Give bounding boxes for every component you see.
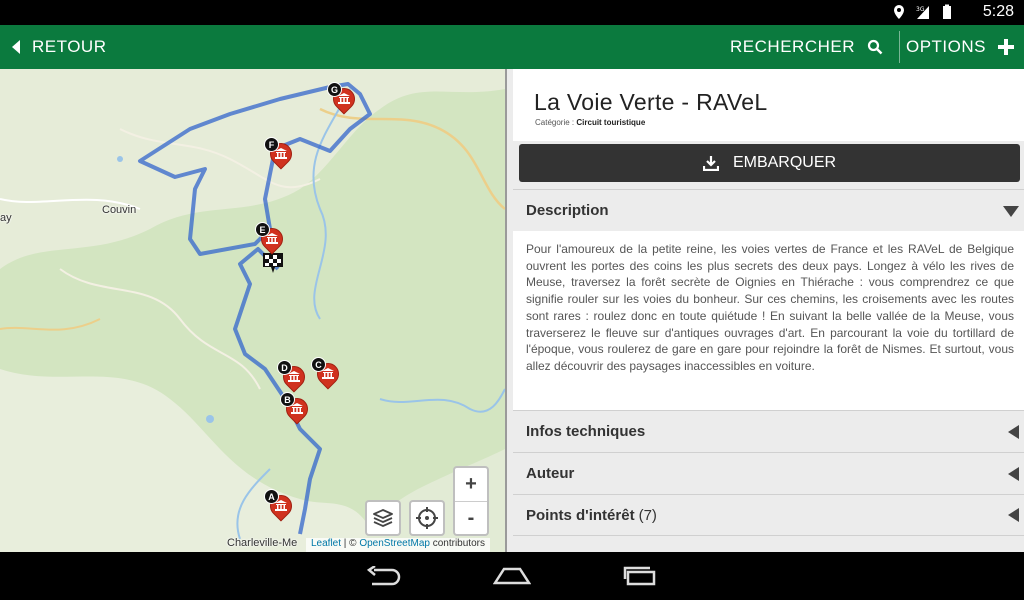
embark-label: EMBARQUER [732, 154, 837, 171]
svg-text:3G: 3G [916, 6, 925, 13]
marker-label: B [280, 392, 295, 407]
app-bar: RETOUR RECHERCHER OPTIONS [0, 25, 1024, 69]
back-button[interactable]: RETOUR [10, 25, 106, 69]
layers-icon [373, 509, 393, 527]
zoom-in-button[interactable]: + [455, 468, 487, 501]
attribution-separator: | © [341, 538, 360, 549]
nav-recents-button[interactable] [620, 562, 660, 590]
section-points-interet[interactable]: Points d'intérêt (7) [513, 494, 1024, 536]
system-nav-bar [0, 552, 1024, 600]
category-label: Catégorie : [535, 118, 575, 127]
nav-home-button[interactable] [492, 562, 532, 590]
zoom-out-button[interactable]: - [455, 501, 487, 534]
map-tiles [0, 69, 505, 552]
triangle-left-icon [1008, 508, 1019, 522]
section-count: (7) [638, 506, 657, 524]
poi-marker-c[interactable]: C [311, 357, 344, 393]
back-arrow-icon [12, 40, 20, 54]
recents-icon [623, 566, 656, 586]
category-value: Circuit touristique [576, 118, 646, 127]
zoom-control: + - [453, 466, 489, 536]
leaflet-link[interactable]: Leaflet [311, 538, 341, 549]
search-button[interactable]: RECHERCHER [730, 25, 883, 69]
marker-label: G [327, 82, 342, 97]
marker-label: E [255, 222, 270, 237]
status-time: 5:28 [982, 3, 1014, 20]
triangle-left-icon [1008, 466, 1019, 481]
detail-header: La Voie Verte - RAVeL Catégorie : Circui… [513, 69, 1024, 141]
status-icons: 3G [892, 4, 954, 20]
description-section-header[interactable]: Description [513, 189, 1024, 231]
battery-icon [943, 4, 951, 19]
signal-3g-icon: 3G [916, 6, 929, 19]
poi-marker-f[interactable]: F [264, 137, 297, 173]
options-button[interactable]: OPTIONS [906, 25, 1016, 69]
poi-marker-g[interactable]: G [327, 82, 360, 118]
section-label: Points d'intérêt [526, 506, 635, 524]
marker-label: C [311, 357, 326, 372]
page-title: La Voie Verte - RAVeL [534, 89, 768, 115]
home-icon [493, 567, 531, 585]
layers-button[interactable] [365, 500, 401, 536]
locate-icon [416, 507, 438, 529]
map-view[interactable]: Couvin ay Charleville-Me G F E C D B A +… [0, 69, 505, 552]
section-infos-techniques[interactable]: Infos techniques [513, 410, 1024, 452]
detail-panel: La Voie Verte - RAVeL Catégorie : Circui… [505, 69, 1024, 552]
location-icon [894, 5, 904, 19]
locate-button[interactable] [409, 500, 445, 536]
category-line: Catégorie : Circuit touristique [535, 118, 645, 127]
map-attribution: Leaflet | © OpenStreetMap contributors [306, 538, 490, 552]
triangle-left-icon [1008, 424, 1019, 439]
status-bar: 3G 5:28 [0, 0, 1024, 25]
section-label: Auteur [526, 465, 575, 482]
search-icon [867, 39, 883, 55]
marker-label: A [264, 489, 279, 504]
poi-marker-d[interactable]: D [277, 360, 310, 396]
marker-label: D [277, 360, 292, 375]
poi-marker-e[interactable]: E [255, 222, 288, 258]
osm-link[interactable]: OpenStreetMap [359, 538, 430, 549]
appbar-divider [899, 31, 900, 63]
attribution-suffix: contributors [429, 538, 485, 549]
search-label: RECHERCHER [730, 37, 855, 56]
poi-marker-b[interactable]: B [280, 392, 313, 428]
place-partial: ay [0, 212, 12, 224]
options-label: OPTIONS [905, 37, 986, 56]
poi-marker-a[interactable]: A [264, 489, 297, 525]
triangle-down-icon [1003, 205, 1019, 217]
section-auteur[interactable]: Auteur [513, 452, 1024, 494]
section-label: Description [526, 202, 609, 219]
back-icon [366, 566, 401, 586]
description-text: Pour l'amoureux de la petite reine, les … [513, 231, 1024, 410]
embark-button[interactable]: EMBARQUER [519, 144, 1020, 182]
back-label: RETOUR [32, 37, 107, 56]
place-charleville: Charleville-Me [227, 537, 298, 549]
marker-label: F [264, 137, 279, 152]
plus-icon [998, 39, 1014, 55]
place-couvin: Couvin [102, 204, 137, 216]
section-label: Infos techniques [526, 423, 646, 440]
nav-back-button[interactable] [364, 562, 404, 590]
download-icon [702, 156, 719, 171]
